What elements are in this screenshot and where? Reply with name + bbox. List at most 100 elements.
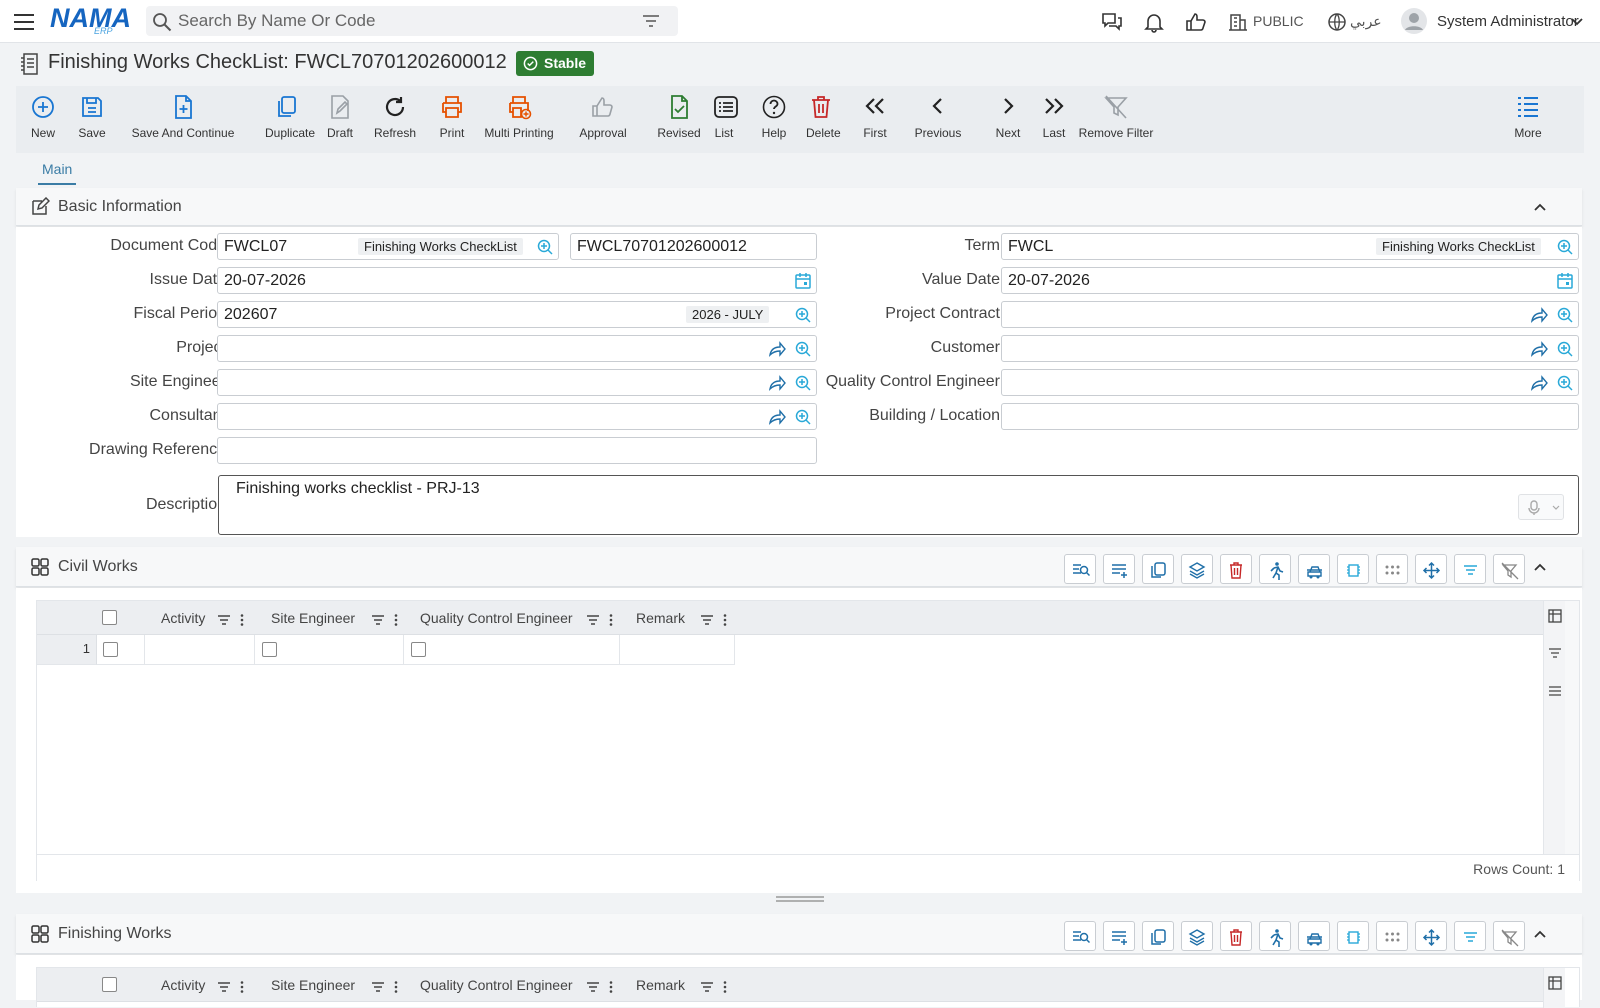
toolbar-delete-button[interactable]: Delete bbox=[806, 92, 841, 148]
column-filter-menu-icon[interactable] bbox=[586, 613, 616, 627]
toolbar-remove-filter-button[interactable]: Remove Filter bbox=[1074, 92, 1158, 148]
sort-filter-button[interactable] bbox=[1454, 554, 1486, 584]
search-add-icon[interactable] bbox=[794, 408, 812, 426]
language-switch[interactable]: عربي bbox=[1350, 13, 1382, 30]
search-add-icon[interactable] bbox=[794, 374, 812, 392]
caret-down-icon[interactable] bbox=[1552, 505, 1560, 511]
term-field[interactable]: FWCL Finishing Works CheckList bbox=[1001, 233, 1579, 260]
add-row-button[interactable] bbox=[1103, 921, 1135, 951]
calendar-icon[interactable] bbox=[794, 272, 812, 290]
remark-cell[interactable] bbox=[620, 635, 735, 665]
column-filter-menu-icon[interactable] bbox=[371, 980, 401, 994]
description-textarea[interactable]: Finishing works checklist - PRJ-13 bbox=[218, 475, 1579, 535]
column-header[interactable]: Remark bbox=[636, 610, 685, 626]
document-code-field[interactable]: FWCL07 Finishing Works CheckList bbox=[217, 233, 559, 260]
qc-engineer-cell[interactable] bbox=[404, 635, 620, 665]
bell-icon[interactable] bbox=[1142, 10, 1166, 34]
dots-grid-button[interactable] bbox=[1376, 921, 1408, 951]
microphone-icon[interactable] bbox=[1527, 500, 1541, 516]
document-number-field[interactable]: FWCL70701202600012 bbox=[570, 233, 817, 260]
copy-row-button[interactable] bbox=[1142, 921, 1174, 951]
filter-off-button[interactable] bbox=[1493, 921, 1525, 951]
chevron-up-icon[interactable] bbox=[1532, 559, 1548, 575]
fiscal-period-field[interactable]: 202607 2026 - JULY bbox=[217, 301, 817, 328]
project-contract-field[interactable] bbox=[1001, 301, 1579, 328]
open-link-icon[interactable] bbox=[768, 408, 786, 426]
column-header[interactable]: Quality Control Engineer bbox=[420, 977, 573, 993]
dots-grid-button[interactable] bbox=[1376, 554, 1408, 584]
toolbar-refresh-button[interactable]: Refresh bbox=[372, 92, 418, 148]
grid-search-button[interactable] bbox=[1064, 554, 1096, 584]
search-add-icon[interactable] bbox=[794, 340, 812, 358]
toolbar-multi-printing-button[interactable]: Multi Printing bbox=[483, 92, 555, 148]
column-filter-menu-icon[interactable] bbox=[217, 613, 247, 627]
site-engineer-checkbox[interactable] bbox=[262, 642, 277, 657]
toolbar-first-button[interactable]: First bbox=[862, 92, 888, 148]
civil-works-header[interactable]: Civil Works bbox=[16, 547, 1582, 587]
toolbar-approval-button[interactable]: Approval bbox=[579, 92, 627, 148]
toolbar-help-button[interactable]: Help bbox=[759, 92, 789, 148]
thumbs-up-icon[interactable] bbox=[1184, 10, 1208, 34]
chip-button[interactable] bbox=[1337, 921, 1369, 951]
delete-row-button[interactable] bbox=[1220, 554, 1252, 584]
site-engineer-field[interactable] bbox=[217, 369, 817, 396]
column-filter-menu-icon[interactable] bbox=[217, 980, 247, 994]
toolbar-draft-button[interactable]: Draft bbox=[326, 92, 354, 148]
user-name[interactable]: System Administrator bbox=[1437, 13, 1579, 30]
toolbar-previous-button[interactable]: Previous bbox=[912, 92, 964, 148]
toolbar-last-button[interactable]: Last bbox=[1039, 92, 1069, 148]
finishing-works-header[interactable]: Finishing Works bbox=[16, 914, 1582, 954]
menu-lines-icon[interactable] bbox=[1548, 685, 1562, 697]
issue-date-field[interactable]: 20-07-2026 bbox=[217, 267, 817, 294]
open-link-icon[interactable] bbox=[1530, 374, 1548, 392]
layers-button[interactable] bbox=[1181, 921, 1213, 951]
search-add-icon[interactable] bbox=[1556, 238, 1574, 256]
basic-information-header[interactable]: Basic Information bbox=[16, 188, 1582, 226]
toolbar-new-button[interactable]: New bbox=[29, 92, 57, 148]
search-add-icon[interactable] bbox=[1556, 374, 1574, 392]
site-engineer-cell[interactable] bbox=[255, 635, 404, 665]
car-button[interactable] bbox=[1298, 554, 1330, 584]
toolbar-revised-button[interactable]: Revised bbox=[656, 92, 702, 148]
select-all-checkbox[interactable] bbox=[102, 977, 117, 992]
chevron-up-icon[interactable] bbox=[1532, 199, 1548, 215]
chat-icon[interactable] bbox=[1100, 10, 1124, 34]
search-input[interactable] bbox=[178, 10, 628, 32]
column-filter-menu-icon[interactable] bbox=[371, 613, 401, 627]
toolbar-next-button[interactable]: Next bbox=[993, 92, 1023, 148]
quality-control-engineer-field[interactable] bbox=[1001, 369, 1579, 396]
columns-icon[interactable] bbox=[1548, 609, 1562, 623]
open-link-icon[interactable] bbox=[768, 340, 786, 358]
grid-scrollbar[interactable] bbox=[1565, 601, 1579, 854]
search-add-icon[interactable] bbox=[794, 306, 812, 324]
search-add-icon[interactable] bbox=[1556, 340, 1574, 358]
filter-off-button[interactable] bbox=[1493, 554, 1525, 584]
copy-row-button[interactable] bbox=[1142, 554, 1174, 584]
public-label[interactable]: PUBLIC bbox=[1253, 13, 1304, 29]
move-button[interactable] bbox=[1415, 921, 1447, 951]
chevron-up-icon[interactable] bbox=[1532, 926, 1548, 942]
layers-button[interactable] bbox=[1181, 554, 1213, 584]
search-add-icon[interactable] bbox=[1556, 306, 1574, 324]
filter-icon[interactable] bbox=[642, 14, 660, 28]
building-location-field[interactable] bbox=[1001, 403, 1579, 430]
add-row-button[interactable] bbox=[1103, 554, 1135, 584]
qc-engineer-checkbox[interactable] bbox=[411, 642, 426, 657]
search-add-icon[interactable] bbox=[536, 238, 554, 256]
column-header[interactable]: Site Engineer bbox=[271, 610, 355, 626]
column-filter-menu-icon[interactable] bbox=[700, 980, 730, 994]
toolbar-list-button[interactable]: List bbox=[713, 92, 738, 148]
consultant-field[interactable] bbox=[217, 403, 817, 430]
run-button[interactable] bbox=[1259, 554, 1291, 584]
open-link-icon[interactable] bbox=[1530, 340, 1548, 358]
voice-input-control[interactable] bbox=[1518, 494, 1564, 520]
row-checkbox[interactable] bbox=[103, 642, 118, 657]
global-search[interactable] bbox=[146, 6, 678, 36]
toolbar-save-button[interactable]: Save bbox=[78, 92, 106, 148]
open-link-icon[interactable] bbox=[1530, 306, 1548, 324]
avatar-icon[interactable] bbox=[1400, 7, 1428, 35]
chip-button[interactable] bbox=[1337, 554, 1369, 584]
column-header[interactable]: Remark bbox=[636, 977, 685, 993]
resize-handle[interactable] bbox=[776, 896, 824, 902]
column-filter-menu-icon[interactable] bbox=[586, 980, 616, 994]
